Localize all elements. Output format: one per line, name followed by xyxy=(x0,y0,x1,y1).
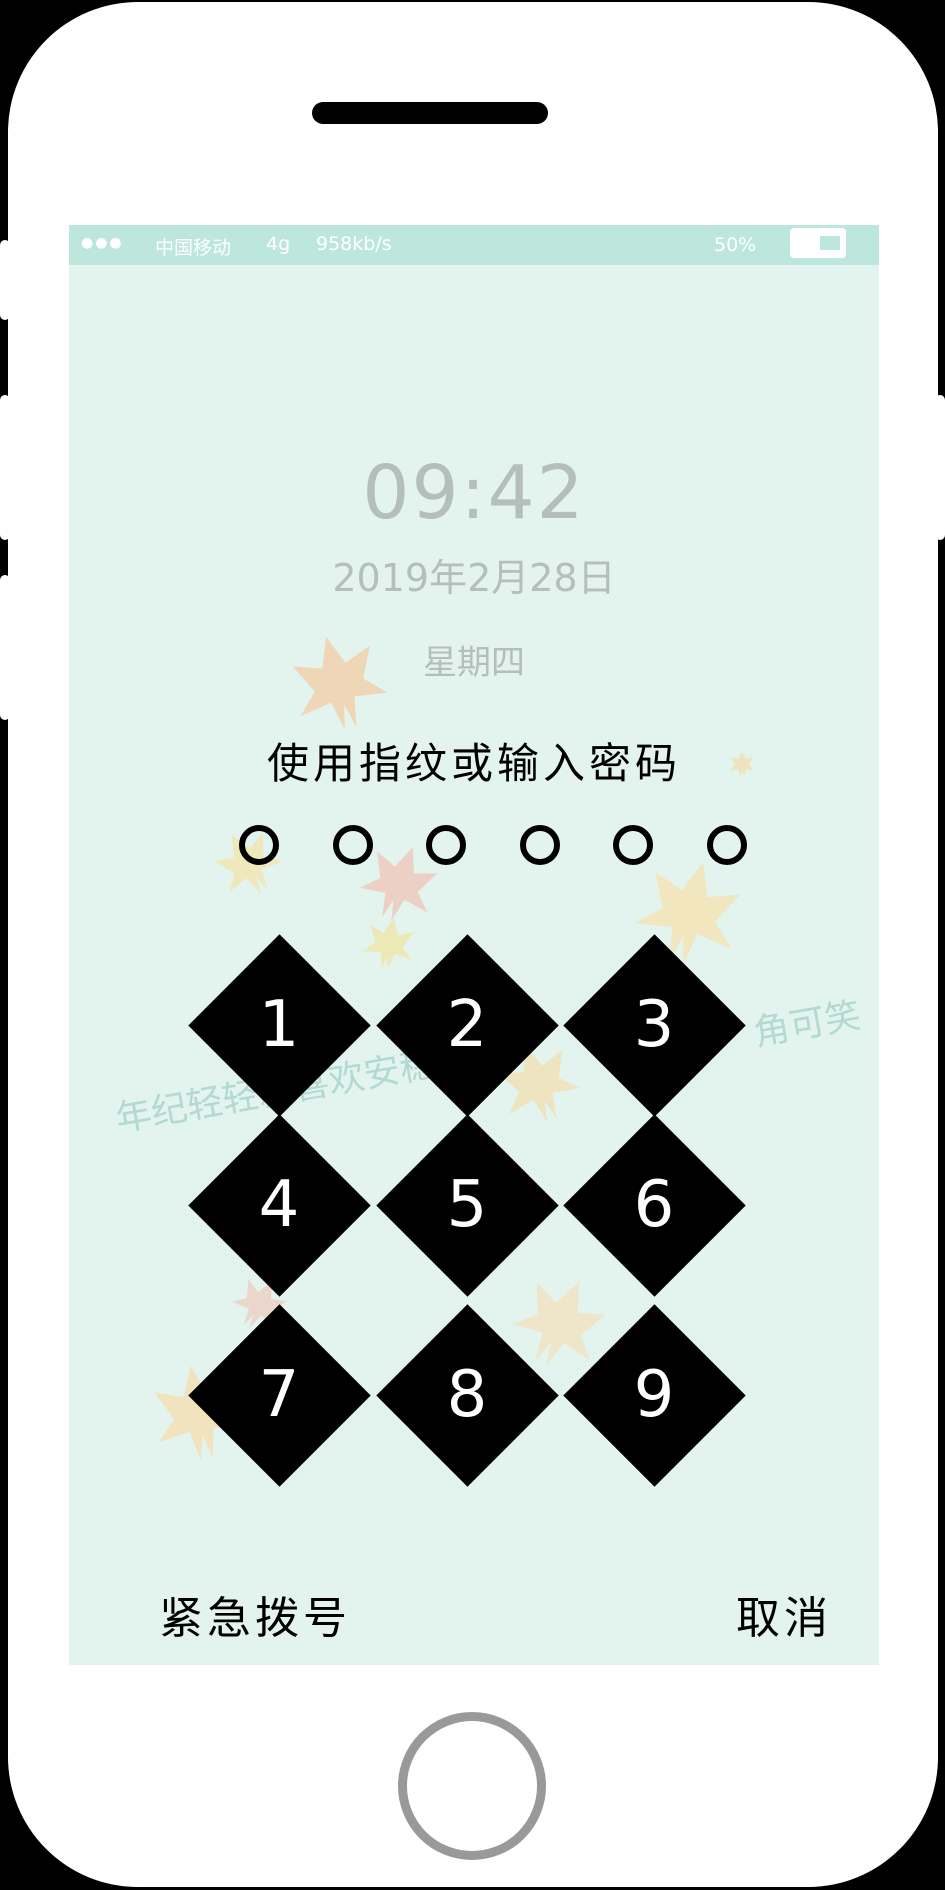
clock-weekday: 星期四 xyxy=(423,643,525,683)
volume-down-button xyxy=(0,575,10,720)
home-button[interactable] xyxy=(398,1712,546,1860)
passcode-indicator xyxy=(69,825,879,875)
carrier-name: 中国移动 xyxy=(155,237,232,259)
lock-screen: 年纪轻轻就喜欢安稳, 角可笑 ●●● 中国移动 4g 958kb/s 50% 0… xyxy=(69,225,879,1665)
passcode-prompt: 使用指纹或输入密码 xyxy=(266,739,681,788)
passcode-digit-dot xyxy=(333,825,373,865)
speaker-grille xyxy=(312,102,548,124)
keypad-key-3[interactable] xyxy=(562,933,746,1117)
battery-icon xyxy=(790,228,846,258)
signal-strength-icon: ●●● xyxy=(81,235,124,251)
maple-leaf-icon xyxy=(362,917,414,971)
cancel-button[interactable]: 取消 xyxy=(736,1582,832,1646)
keypad-key-7[interactable] xyxy=(187,1303,371,1487)
keypad-key-5[interactable] xyxy=(375,1113,559,1297)
power-button xyxy=(935,395,945,540)
clock-date: 2019年2月28日 xyxy=(332,556,616,600)
status-bar: ●●● 中国移动 4g 958kb/s 50% xyxy=(69,225,879,265)
keypad-key-4[interactable] xyxy=(187,1113,371,1297)
keypad-key-8[interactable] xyxy=(375,1303,559,1487)
network-speed: 958kb/s xyxy=(316,233,392,255)
keypad-key-9[interactable] xyxy=(562,1303,746,1487)
keypad-key-6[interactable] xyxy=(562,1113,746,1297)
passcode-digit-dot xyxy=(239,825,279,865)
emergency-call-button[interactable]: 紧急拨号 xyxy=(159,1582,351,1646)
passcode-digit-dot xyxy=(520,825,560,865)
phone-mockup: 年纪轻轻就喜欢安稳, 角可笑 ●●● 中国移动 4g 958kb/s 50% 0… xyxy=(0,0,945,1890)
passcode-digit-dot xyxy=(613,825,653,865)
wallpaper-text: 角可笑 xyxy=(750,995,865,1055)
network-type: 4g xyxy=(266,233,291,255)
clock-time: 09:42 xyxy=(362,450,586,536)
passcode-digit-dot xyxy=(426,825,466,865)
battery-level-fill xyxy=(820,236,840,250)
volume-up-button xyxy=(0,395,10,540)
passcode-digit-dot xyxy=(707,825,747,865)
silent-switch xyxy=(0,240,10,320)
battery-percent: 50% xyxy=(714,234,757,256)
